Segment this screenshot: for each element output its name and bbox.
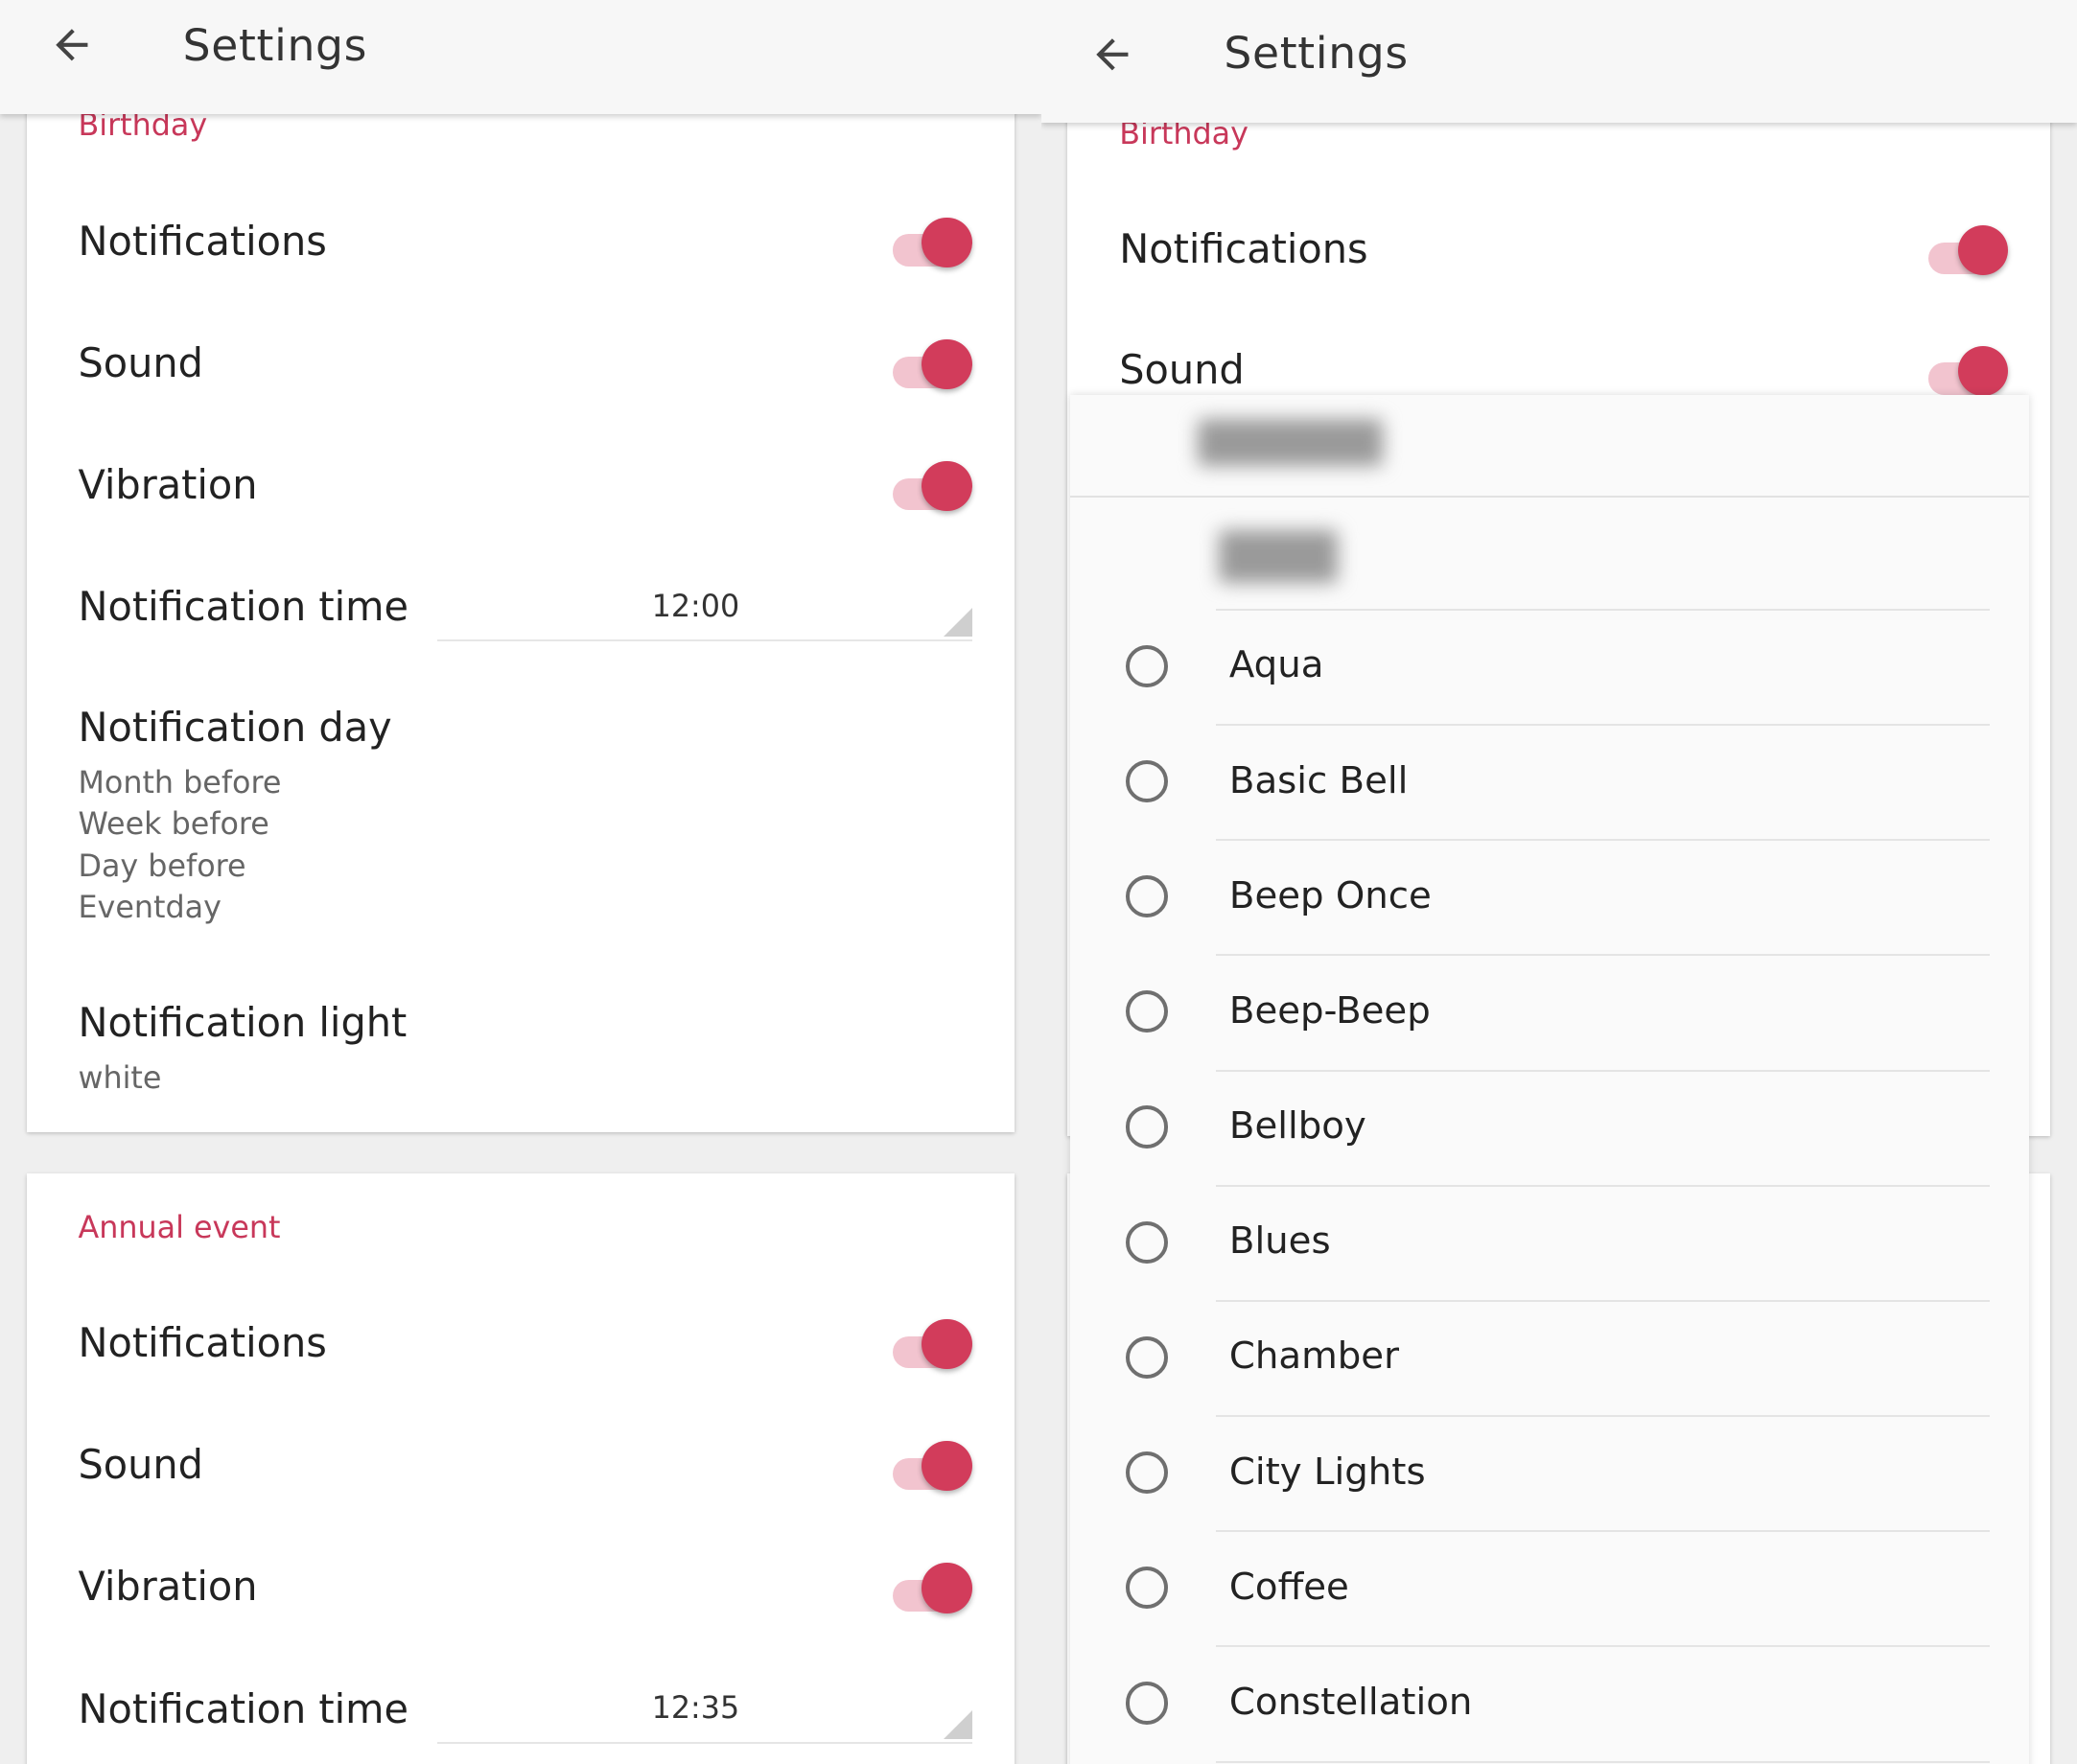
time-value: 12:00 xyxy=(651,589,740,624)
radio-button-icon[interactable] xyxy=(1126,759,1169,803)
time-value: 12:35 xyxy=(651,1691,740,1727)
back-arrow-icon[interactable] xyxy=(1088,31,1136,79)
sound-toggle[interactable] xyxy=(893,338,975,392)
day-option: Month before xyxy=(78,765,282,801)
ringtone-item-basic-bell[interactable]: Basic Bell xyxy=(1070,726,2029,842)
ringtone-name: Bellboy xyxy=(1228,1104,1366,1149)
ringtone-name: Blues xyxy=(1228,1219,1331,1264)
notification-day-options: Month before Week before Day before Even… xyxy=(78,763,281,930)
ringtone-item-constellation[interactable]: Constellation xyxy=(1070,1647,2029,1763)
ringtone-item-coffee[interactable]: Coffee xyxy=(1070,1532,2029,1648)
blurred-option xyxy=(1218,529,1339,583)
dropdown-corner-icon xyxy=(943,1710,972,1739)
sound-toggle[interactable] xyxy=(1928,345,2011,399)
ringtone-item-beep-beep[interactable]: Beep-Beep xyxy=(1070,956,2029,1072)
ringtone-item-bellboy[interactable]: Bellboy xyxy=(1070,1072,2029,1187)
page-title: Settings xyxy=(182,19,368,71)
notifications-toggle[interactable] xyxy=(893,217,975,270)
notification-day-label[interactable]: Notification day xyxy=(78,705,391,751)
section-title-annual: Annual event xyxy=(78,1210,281,1245)
notification-time-label: Notification time xyxy=(78,584,409,631)
ringtone-item-city-lights[interactable]: City Lights xyxy=(1070,1417,2029,1533)
ringtone-item-chamber[interactable]: Chamber xyxy=(1070,1302,2029,1418)
radio-button-icon[interactable] xyxy=(1126,1682,1169,1725)
notifications-toggle[interactable] xyxy=(893,1318,975,1372)
birthday-card: Birthday Notifications Sound Vibration N… xyxy=(26,92,1015,1133)
notifications-label: Notifications xyxy=(1119,226,1368,273)
dropdown-corner-icon xyxy=(943,608,972,638)
notification-time-field[interactable]: 12:00 xyxy=(436,573,972,642)
sound-toggle[interactable] xyxy=(893,1440,975,1494)
vibration-toggle[interactable] xyxy=(893,460,975,514)
sound-label: Sound xyxy=(78,1442,203,1489)
right-screen: Settings Birthday Notifications Sound Aq… xyxy=(1040,0,2077,1764)
vibration-label: Vibration xyxy=(78,1564,258,1611)
radio-button-icon[interactable] xyxy=(1126,1567,1169,1610)
sound-label: Sound xyxy=(1119,346,1245,393)
dialog-header xyxy=(1070,395,2030,498)
ringtone-name: Constellation xyxy=(1228,1680,1473,1724)
ringtone-picker-dialog: Aqua Basic Bell Beep Once Beep-Beep Bell… xyxy=(1070,394,2030,1764)
radio-button-icon[interactable] xyxy=(1126,1220,1169,1264)
radio-button-icon[interactable] xyxy=(1126,644,1169,687)
notification-time-label: Notification time xyxy=(78,1685,409,1732)
notifications-label: Notifications xyxy=(78,218,327,265)
notification-time-field[interactable]: 12:35 xyxy=(436,1675,972,1744)
vibration-toggle[interactable] xyxy=(893,1563,975,1615)
notifications-label: Notifications xyxy=(78,1320,327,1367)
ringtone-name: Chamber xyxy=(1228,1335,1399,1379)
ringtone-name: Beep Once xyxy=(1228,873,1432,917)
radio-button-icon[interactable] xyxy=(1126,1335,1169,1380)
vibration-label: Vibration xyxy=(78,462,258,509)
ringtone-name: Aqua xyxy=(1228,643,1324,687)
notifications-toggle[interactable] xyxy=(1928,224,2011,278)
radio-button-icon[interactable] xyxy=(1126,1451,1169,1495)
notification-light-value: white xyxy=(78,1060,162,1096)
ringtone-name: Coffee xyxy=(1228,1565,1349,1609)
sound-label: Sound xyxy=(78,340,203,386)
notification-light-label[interactable]: Notification light xyxy=(78,1000,407,1046)
ringtone-item-beep-once[interactable]: Beep Once xyxy=(1070,841,2029,957)
radio-button-icon[interactable] xyxy=(1126,990,1169,1033)
ringtone-name: Basic Bell xyxy=(1228,758,1409,802)
day-option: Week before xyxy=(78,807,269,843)
ringtone-name: Beep-Beep xyxy=(1228,988,1431,1033)
day-option: Day before xyxy=(78,848,246,884)
page-title: Settings xyxy=(1224,28,1409,79)
day-option: Eventday xyxy=(78,891,222,926)
app-bar: Settings xyxy=(0,0,1041,114)
annual-event-card: Annual event Notifications Sound Vibrati… xyxy=(26,1172,1015,1764)
blurred-app-name xyxy=(1197,418,1384,467)
ringtone-item-blues[interactable]: Blues xyxy=(1070,1187,2029,1302)
app-bar: Settings xyxy=(1040,0,2077,124)
ringtone-item-aqua[interactable]: Aqua xyxy=(1070,611,2029,726)
radio-button-icon[interactable] xyxy=(1126,1105,1169,1149)
back-arrow-icon[interactable] xyxy=(48,21,96,69)
ringtone-name: City Lights xyxy=(1228,1450,1426,1494)
radio-button-icon[interactable] xyxy=(1126,875,1169,918)
left-screen: Settings Birthday Notifications Sound Vi… xyxy=(0,0,1041,1764)
